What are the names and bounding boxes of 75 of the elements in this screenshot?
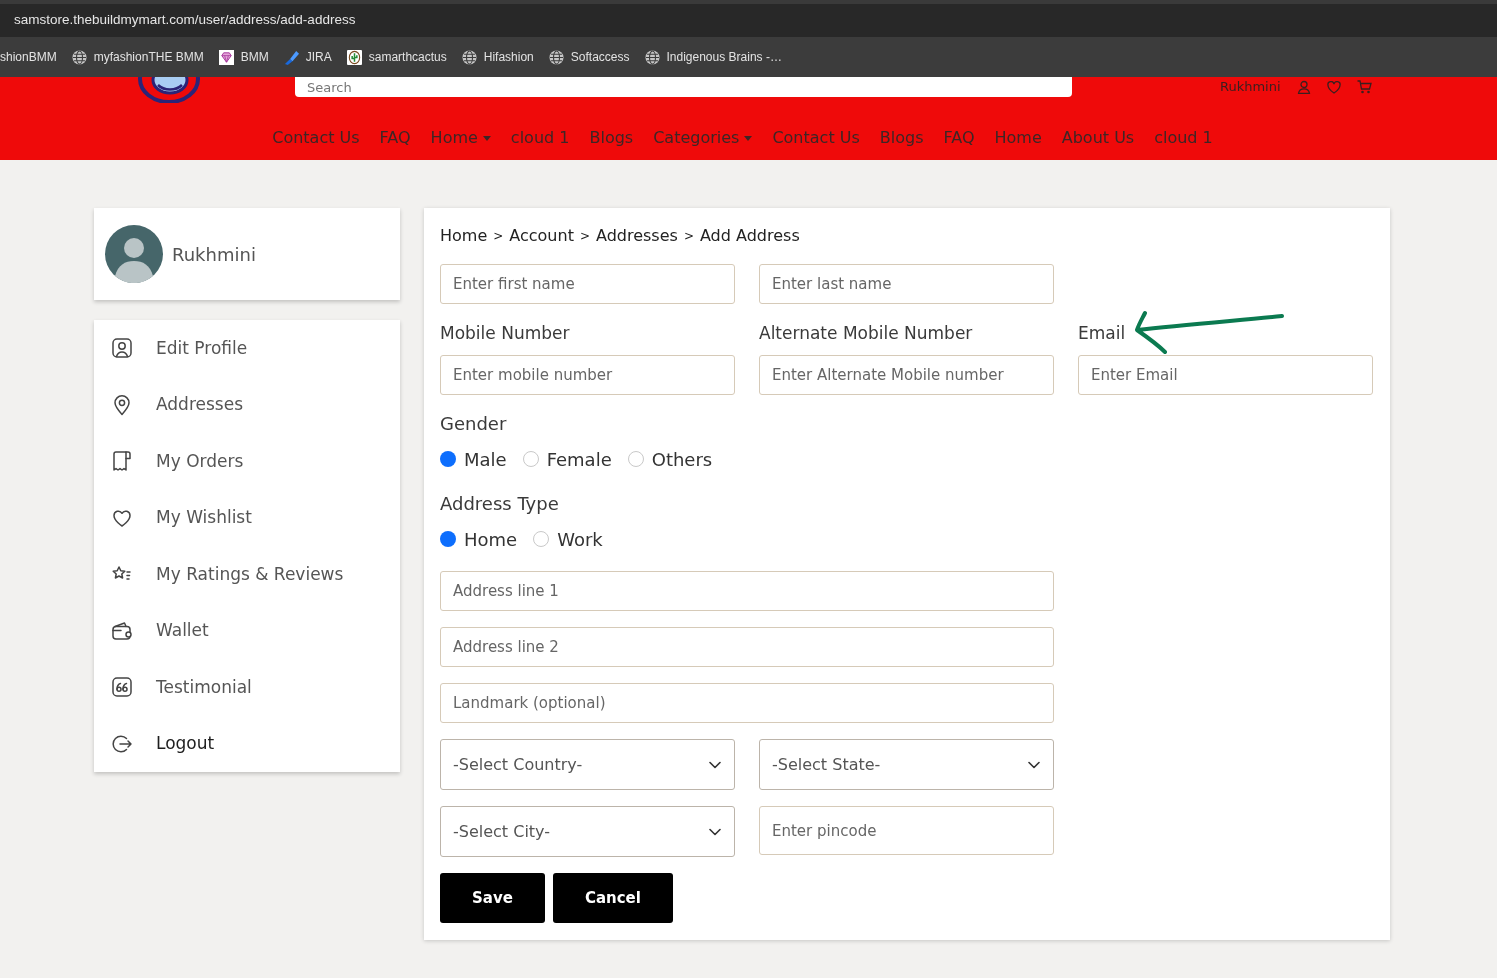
dropdown-select[interactable]: -Select State-: [759, 739, 1054, 790]
receipt-icon: [110, 449, 134, 474]
sidebar-item[interactable]: Wallet: [94, 602, 400, 659]
bookmark[interactable]: myfashionTHE BMM: [71, 48, 204, 66]
input-field[interactable]: Enter Email: [1078, 355, 1373, 395]
field-label: Mobile Number: [440, 322, 570, 345]
globe-icon: [644, 49, 660, 65]
radio-option[interactable]: Male: [440, 445, 507, 473]
radio-button[interactable]: [440, 531, 456, 547]
chevron-down-icon: [709, 827, 721, 836]
form-button[interactable]: Save: [440, 873, 545, 923]
sidebar-item[interactable]: Testimonial: [94, 659, 400, 716]
bookmark[interactable]: samarthcactus: [346, 48, 447, 66]
breadcrumb-separator: >: [683, 228, 694, 245]
field-label: Alternate Mobile Number: [759, 322, 973, 345]
input-field[interactable]: Enter pincode: [759, 806, 1054, 855]
breadcrumb-link[interactable]: Account: [509, 224, 574, 248]
caret-down-icon: [482, 135, 491, 141]
bookmark[interactable]: BMM: [218, 48, 269, 66]
dropdown-select[interactable]: -Select City-: [440, 806, 735, 857]
input-field[interactable]: Enter Alternate Mobile number: [759, 355, 1054, 395]
radio-option[interactable]: Others: [627, 445, 713, 473]
heart-icon: [1326, 80, 1341, 94]
radio-button[interactable]: [440, 451, 456, 467]
radio-button[interactable]: [533, 531, 550, 547]
breadcrumb-link[interactable]: Add Address: [699, 224, 800, 248]
input-field[interactable]: Address line 2: [440, 627, 1054, 667]
sidebar-item[interactable]: My Ratings & Reviews: [94, 546, 400, 603]
globe-icon: [71, 49, 87, 65]
sidebar-item[interactable]: My Orders: [94, 433, 400, 490]
user-icon: [1296, 80, 1311, 94]
input-field[interactable]: Enter first name: [440, 264, 735, 304]
search-field[interactable]: Search: [295, 77, 1072, 97]
chevron-down-icon: [709, 760, 721, 769]
form-button[interactable]: Cancel: [552, 873, 673, 923]
chevron-down-icon: [1028, 760, 1040, 769]
radio-option[interactable]: Home: [440, 525, 518, 553]
person-silhouette-icon: [105, 225, 163, 283]
input-field[interactable]: Enter last name: [759, 264, 1054, 304]
gem-favicon-icon: [218, 49, 234, 65]
bookmark[interactable]: Softaccess: [548, 48, 630, 66]
cactus-favicon-icon: [346, 49, 362, 65]
caret-down-icon: [744, 135, 753, 141]
radio-button[interactable]: [522, 451, 539, 467]
sidebar-item[interactable]: My Wishlist: [94, 489, 400, 546]
profile-icon: [110, 336, 134, 361]
breadcrumb-link[interactable]: Addresses: [596, 224, 678, 248]
radio-button[interactable]: [627, 451, 644, 467]
input-field[interactable]: Landmark (optional): [440, 683, 1054, 723]
ring-logo-icon: [138, 77, 200, 103]
cart-icon: [1356, 80, 1372, 94]
sidebar-item[interactable]: Edit Profile: [94, 320, 400, 377]
breadcrumb-separator: >: [579, 228, 590, 245]
sidebar-item[interactable]: Logout: [94, 715, 400, 772]
slash-favicon-icon: [283, 49, 299, 65]
radio-group-label: Gender: [440, 412, 507, 436]
dropdown-select[interactable]: -Select Country-: [440, 739, 735, 790]
url-text[interactable]: samstore.thebuildmymart.com/user/address/add-address: [14, 10, 356, 31]
input-field[interactable]: Address line 1: [440, 571, 1054, 611]
radio-group-label: Address Type: [440, 492, 559, 516]
breadcrumb-separator: >: [493, 228, 504, 245]
sidebar-item[interactable]: Addresses: [94, 376, 400, 433]
quote-icon: [110, 675, 134, 700]
bookmark[interactable]: JIRA: [283, 48, 332, 66]
globe-icon: [548, 49, 564, 65]
bookmark[interactable]: Indigenous Brains -…: [644, 48, 782, 66]
radio-option[interactable]: Female: [522, 445, 612, 473]
bookmark[interactable]: shionBMM: [0, 48, 57, 66]
breadcrumb-link[interactable]: Home: [440, 224, 488, 248]
globe-icon: [461, 49, 477, 65]
input-field[interactable]: Enter mobile number: [440, 355, 735, 395]
bookmark[interactable]: Hifashion: [461, 48, 534, 66]
profile-name: Rukhmini: [172, 242, 256, 267]
radio-option[interactable]: Work: [533, 525, 603, 553]
field-label: Email: [1078, 322, 1126, 345]
